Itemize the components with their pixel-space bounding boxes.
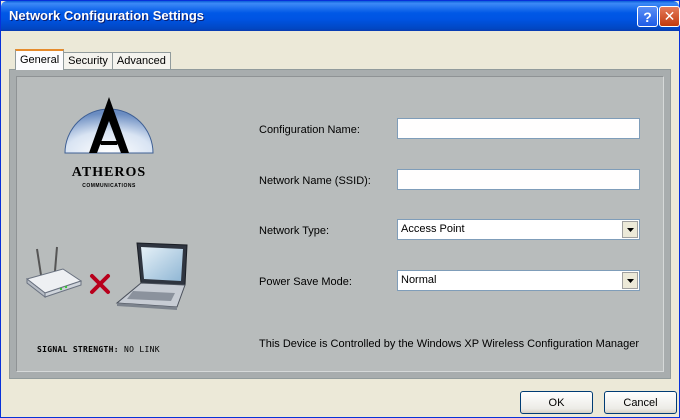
signal-strength: SIGNAL STRENGTH: NO LINK bbox=[37, 345, 160, 354]
tab-security[interactable]: Security bbox=[63, 52, 113, 70]
network-type-value: Access Point bbox=[401, 223, 465, 235]
no-link-x-icon bbox=[90, 274, 110, 294]
help-button[interactable]: ? bbox=[637, 6, 658, 27]
brand-tagline: COMMUNICATIONS bbox=[82, 183, 136, 189]
laptop-icon bbox=[115, 242, 188, 310]
dropdown-arrow-icon[interactable] bbox=[622, 221, 638, 238]
brand-name: ATHEROS bbox=[72, 165, 146, 180]
tab-general[interactable]: General bbox=[15, 49, 65, 70]
ok-button[interactable]: OK bbox=[520, 391, 593, 414]
power-save-select[interactable]: Normal bbox=[397, 270, 640, 291]
close-button[interactable]: ✕ bbox=[659, 6, 680, 27]
window-title: Network Configuration Settings bbox=[9, 8, 204, 23]
network-type-select[interactable]: Access Point bbox=[397, 219, 640, 240]
power-save-value: Normal bbox=[401, 274, 437, 286]
atheros-logo: ATHEROS COMMUNICATIONS bbox=[64, 97, 154, 189]
config-name-label: Configuration Name: bbox=[259, 124, 360, 136]
router-icon bbox=[25, 246, 83, 299]
dropdown-arrow-icon[interactable] bbox=[622, 272, 638, 289]
info-text: This Device is Controlled by the Windows… bbox=[259, 338, 640, 350]
title-bar[interactable]: Network Configuration Settings ? ✕ bbox=[1, 1, 680, 31]
config-name-input[interactable] bbox=[397, 118, 640, 139]
signal-strength-value: NO LINK bbox=[124, 345, 160, 354]
dialog-window: Network Configuration Settings ? ✕ Gener… bbox=[0, 0, 680, 418]
tab-advanced[interactable]: Advanced bbox=[111, 52, 171, 70]
tab-strip: General Security Advanced bbox=[15, 49, 171, 70]
close-icon: ✕ bbox=[663, 8, 676, 24]
cancel-button[interactable]: Cancel bbox=[604, 391, 677, 414]
help-icon: ? bbox=[643, 8, 652, 25]
ssid-label: Network Name (SSID): bbox=[259, 175, 371, 187]
signal-strength-label: SIGNAL STRENGTH: bbox=[37, 345, 119, 354]
network-type-label: Network Type: bbox=[259, 225, 330, 237]
ssid-input[interactable] bbox=[397, 169, 640, 190]
power-save-label: Power Save Mode: bbox=[259, 276, 352, 288]
